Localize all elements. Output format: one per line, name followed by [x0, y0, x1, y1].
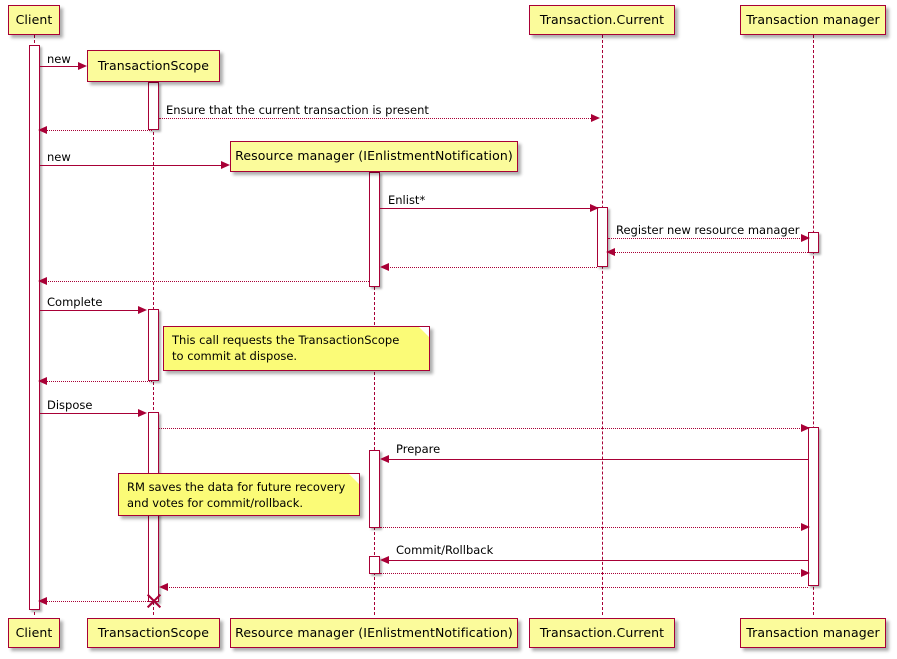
message-line-18: [44, 601, 152, 602]
note-prepare: RM saves the data for future recovery an…: [118, 473, 360, 516]
message-line-13: [386, 459, 808, 460]
participant-current-bottom[interactable]: Transaction.Current: [529, 618, 675, 648]
message-line-0: [40, 66, 80, 67]
message-line-15: [386, 560, 808, 561]
message-arrowhead-12: [801, 423, 810, 432]
message-arrowhead-11: [138, 408, 147, 417]
activation-rm-enlist: [369, 172, 380, 287]
message-arrowhead-17: [159, 582, 168, 591]
message-label-5: Register new resource manager: [616, 223, 800, 237]
participant-rm-bottom[interactable]: Resource manager (IEnlistmentNotificatio…: [230, 618, 518, 648]
sequence-diagram-canvas: new Ensure that the current transaction …: [0, 0, 897, 659]
message-line-9: [40, 310, 140, 311]
participant-rm-top[interactable]: Resource manager (IEnlistmentNotificatio…: [230, 141, 518, 172]
note-complete: This call requests the TransactionScope …: [163, 326, 430, 371]
lifeline-current: [602, 35, 603, 615]
activation-rm-commit: [369, 556, 380, 574]
message-arrowhead-14: [801, 522, 810, 531]
message-line-12: [159, 428, 804, 429]
participant-tm-bottom[interactable]: Transaction manager: [740, 618, 886, 648]
participant-tm-top[interactable]: Transaction manager: [740, 5, 886, 35]
activation-rm-prepare: [369, 450, 380, 528]
message-line-14: [380, 527, 804, 528]
message-arrowhead-0: [78, 61, 87, 70]
participant-current-top[interactable]: Transaction.Current: [529, 5, 675, 35]
message-line-16: [380, 573, 804, 574]
participant-scope-top[interactable]: TransactionScope: [87, 50, 220, 82]
message-line-4: [380, 208, 592, 209]
message-line-2: [44, 130, 152, 131]
message-line-5: [608, 238, 804, 239]
participant-client-bottom[interactable]: Client: [8, 618, 60, 648]
message-arrowhead-9: [138, 305, 147, 314]
message-arrowhead-1: [591, 113, 600, 122]
activation-current-enlist: [597, 207, 608, 267]
message-line-7: [386, 267, 597, 268]
message-line-3: [40, 165, 224, 166]
message-line-8: [44, 281, 369, 282]
message-arrowhead-13: [380, 454, 389, 463]
message-label-4: Enlist*: [388, 193, 426, 207]
destroy-marker-scope: [145, 592, 163, 610]
activation-tm-dispose: [808, 427, 819, 586]
message-label-0: new: [47, 52, 71, 66]
participant-client-top[interactable]: Client: [8, 5, 60, 35]
message-arrowhead-7: [380, 262, 389, 271]
message-arrowhead-4: [590, 203, 599, 212]
message-line-6: [612, 252, 808, 253]
message-line-11: [40, 413, 140, 414]
message-label-3: new: [47, 150, 71, 164]
message-label-1: Ensure that the current transaction is p…: [166, 103, 429, 117]
note-fold-icon: [419, 327, 429, 337]
message-arrowhead-16: [801, 568, 810, 577]
message-label-9: Complete: [47, 295, 103, 309]
activation-scope-complete: [148, 309, 159, 381]
message-arrowhead-15: [380, 555, 389, 564]
message-label-13: Prepare: [396, 442, 441, 456]
message-arrowhead-8: [38, 276, 47, 285]
message-label-11: Dispose: [47, 398, 93, 412]
message-arrowhead-5: [801, 233, 810, 242]
message-label-15: Commit/Rollback: [396, 543, 494, 557]
participant-scope-bottom[interactable]: TransactionScope: [87, 618, 220, 648]
message-arrowhead-2: [38, 125, 47, 134]
activation-scope-new: [148, 82, 159, 130]
message-arrowhead-10: [38, 376, 47, 385]
message-arrowhead-18: [38, 596, 47, 605]
message-arrowhead-3: [221, 160, 230, 169]
message-line-17: [165, 587, 808, 588]
message-arrowhead-6: [606, 247, 615, 256]
note-fold-icon: [349, 474, 359, 484]
message-line-10: [44, 381, 152, 382]
message-line-1: [159, 118, 593, 119]
